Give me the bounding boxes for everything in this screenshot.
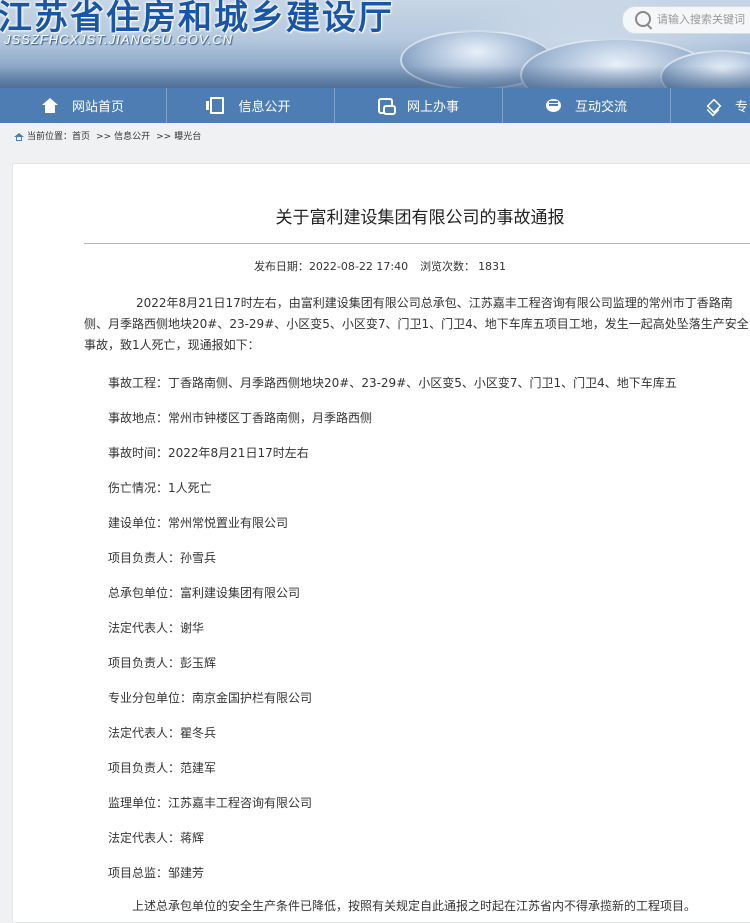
nav-item-online-service[interactable]: 网上办事 (335, 88, 503, 123)
breadcrumb: 当前位置：首页 >> 信息公开 >> 曝光台 (0, 123, 750, 151)
field-subcontractor: 专业分包单位：南京金国护栏有限公司 (108, 691, 313, 705)
nav-item-label: 专 (735, 100, 749, 115)
field-accident-location: 事故地点：常州市钟楼区丁香路南侧，月季路西侧 (108, 411, 373, 425)
search-input[interactable] (657, 10, 750, 28)
view-count: 1831 (478, 260, 507, 273)
field-chief-supervisor: 项目总监：邹建芳 (108, 866, 205, 880)
field-accident-time: 事故时间：2022年8月21日17时左右 (108, 446, 309, 460)
header-banner: 江苏省住房和城乡建设厅 JSSZFHCXJST.JIANGSU.GOV.CN (0, 0, 750, 88)
main-nav: 网站首页 信息公开 网上办事 互动交流 专 (0, 88, 750, 123)
home-icon (41, 97, 58, 114)
field-project-leader: 项目负责人：范建军 (108, 761, 217, 775)
nav-item-interaction[interactable]: 互动交流 (503, 88, 671, 123)
breadcrumb-prefix: 当前位置： (27, 132, 73, 142)
nav-item-label: 互动交流 (574, 100, 627, 115)
nav-item-label: 网站首页 (71, 100, 124, 115)
title-divider (84, 243, 750, 244)
field-project-leader: 项目负责人：孙雪兵 (108, 551, 217, 565)
banner-ground (0, 66, 750, 88)
article-meta: 发布日期：2022-08-22 17:40 浏览次数： 1831 (0, 258, 750, 274)
field-accident-project: 事故工程：丁香路南侧、月季路西侧地块20#、23-29#、小区变5、小区变7、门… (108, 376, 677, 390)
search-box[interactable] (622, 6, 750, 34)
home-icon (14, 133, 24, 141)
nav-item-home[interactable]: 网站首页 (0, 88, 167, 123)
breadcrumb-separator: >> (156, 132, 172, 142)
field-legal-representative: 法定代表人：蒋辉 (108, 831, 205, 845)
field-project-leader: 项目负责人：彭玉辉 (108, 656, 217, 670)
article-title: 关于富利建设集团有限公司的事故通报 (275, 208, 565, 228)
field-general-contractor: 总承包单位：富利建设集团有限公司 (108, 586, 301, 600)
breadcrumb-separator: >> (96, 132, 112, 142)
publish-date: 2022-08-22 17:40 (308, 260, 409, 273)
nav-item-label: 网上办事 (406, 100, 459, 115)
breadcrumb-link-home[interactable]: 首页 (72, 132, 90, 142)
document-icon (206, 97, 225, 114)
nav-item-info-disclosure[interactable]: 信息公开 (167, 88, 335, 123)
article-closing-paragraph: 上述总承包单位的安全生产条件已降低，按照有关规定自此通报之时起在江苏省内不得承揽… (132, 899, 697, 913)
field-legal-representative: 法定代表人：谢华 (108, 621, 205, 635)
search-icon[interactable] (635, 11, 651, 27)
chat-icon (545, 99, 561, 112)
breadcrumb-link-exposure[interactable]: 曝光台 (174, 132, 201, 142)
layers-icon (705, 98, 721, 114)
field-legal-representative: 法定代表人：瞿冬兵 (108, 726, 217, 740)
nav-item-label: 信息公开 (238, 100, 291, 115)
breadcrumb-link-info[interactable]: 信息公开 (114, 132, 150, 142)
site-url: JSSZFHCXJST.JIANGSU.GOV.CN (4, 32, 233, 47)
publish-date-label: 发布日期： (253, 260, 309, 273)
field-construction-unit: 建设单位：常州常悦置业有限公司 (108, 516, 289, 530)
nav-item-topics[interactable]: 专 (671, 88, 750, 123)
view-count-label: 浏览次数： (420, 260, 476, 273)
field-casualties: 伤亡情况：1人死亡 (108, 481, 212, 495)
field-supervision-unit: 监理单位：江苏嘉丰工程咨询有限公司 (108, 796, 313, 810)
article-intro-paragraph: 2022年8月21日17时左右，由富利建设集团有限公司总承包、江苏嘉丰工程咨询有… (84, 296, 749, 352)
service-icon (377, 97, 396, 115)
